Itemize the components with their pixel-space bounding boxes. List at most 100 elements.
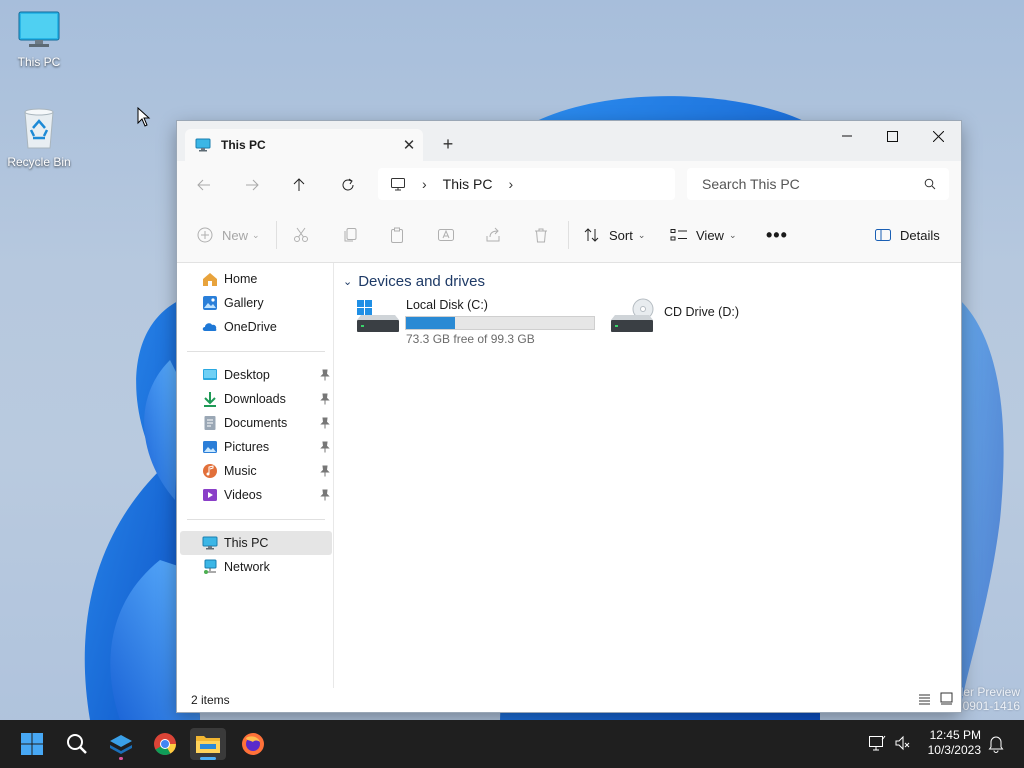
maximize-button[interactable]: [869, 121, 915, 151]
address-bar[interactable]: › This PC ›: [378, 168, 675, 200]
sidebar-item-videos[interactable]: Videos: [180, 483, 332, 507]
sidebar-item-label: Desktop: [224, 368, 270, 382]
copy-button[interactable]: [342, 223, 358, 247]
sidebar-item-pictures[interactable]: Pictures: [180, 435, 332, 459]
tab-this-pc[interactable]: This PC ✕: [185, 129, 423, 161]
network-status-icon[interactable]: [868, 734, 886, 752]
music-icon: [203, 464, 217, 478]
pin-icon[interactable]: [320, 369, 330, 381]
search-box[interactable]: [687, 168, 949, 200]
minimize-button[interactable]: [824, 121, 870, 151]
delete-button[interactable]: [533, 223, 549, 247]
file-explorer-icon: [196, 736, 220, 753]
close-tab-icon[interactable]: ✕: [395, 131, 423, 159]
taskbar-widgets-button[interactable]: [103, 728, 139, 760]
navigation-bar: › This PC ›: [177, 161, 961, 208]
chevron-down-icon[interactable]: ⌄: [343, 275, 352, 288]
sidebar-item-home[interactable]: Home: [180, 267, 332, 291]
sidebar-item-music[interactable]: Music: [180, 459, 332, 483]
sidebar-item-onedrive[interactable]: OneDrive: [180, 315, 332, 339]
taskbar-chrome-button[interactable]: [147, 728, 183, 760]
sidebar-item-network[interactable]: Network: [180, 555, 332, 579]
search-icon: [67, 734, 87, 754]
pin-icon[interactable]: [320, 489, 330, 501]
monitor-icon: [202, 536, 218, 550]
plus-circle-icon: [197, 227, 213, 243]
app-active-indicator: [200, 757, 216, 760]
navigation-pane: Home Gallery OneDrive Desktop Downloads …: [177, 263, 334, 688]
sidebar-item-documents[interactable]: Documents: [180, 411, 332, 435]
share-button[interactable]: [485, 223, 501, 247]
arrow-up-icon: [293, 178, 305, 191]
view-label: View: [696, 227, 724, 243]
monitor-icon: [195, 138, 211, 152]
title-bar[interactable]: This PC ✕ +: [177, 121, 961, 161]
picture-icon: [203, 441, 217, 453]
download-icon: [204, 392, 216, 407]
cut-button[interactable]: [293, 223, 309, 247]
pin-icon[interactable]: [320, 393, 330, 405]
paste-button[interactable]: [389, 223, 405, 247]
volume-muted-icon[interactable]: [894, 734, 912, 752]
share-icon: [486, 227, 500, 242]
sidebar-item-label: Documents: [224, 416, 288, 430]
forward-button[interactable]: [239, 173, 265, 197]
new-button[interactable]: New ⌄: [197, 223, 260, 247]
pin-icon[interactable]: [320, 465, 330, 477]
refresh-button[interactable]: [335, 173, 361, 197]
close-window-button[interactable]: [915, 121, 961, 151]
drive-usage-bar: [405, 316, 595, 330]
mouse-cursor-icon: [137, 107, 151, 127]
tiles-view-icon[interactable]: [940, 692, 953, 705]
new-button-label: New: [222, 227, 249, 243]
sort-button[interactable]: Sort ⌄: [584, 223, 645, 247]
chevron-right-icon[interactable]: ›: [422, 176, 427, 192]
desktop-folder-icon: [203, 369, 217, 380]
sidebar-item-desktop[interactable]: Desktop: [180, 363, 332, 387]
sidebar-item-label: OneDrive: [224, 320, 277, 334]
sidebar-item-label: Network: [224, 560, 270, 574]
sidebar-item-downloads[interactable]: Downloads: [180, 387, 332, 411]
up-button[interactable]: [286, 173, 312, 197]
chevron-right-icon[interactable]: ›: [508, 176, 513, 192]
sidebar-item-label: Home: [224, 272, 258, 286]
breadcrumb-this-pc[interactable]: This PC: [443, 176, 493, 192]
taskbar-firefox-button[interactable]: [235, 728, 271, 760]
search-icon[interactable]: [924, 178, 936, 190]
firefox-icon: [242, 733, 264, 755]
new-tab-button[interactable]: +: [436, 133, 460, 157]
drive-item-c[interactable]: Local Disk (C:) 73.3 GB free of 99.3 GB: [355, 298, 595, 348]
more-options-icon[interactable]: •••: [766, 223, 788, 247]
arrow-right-icon: [246, 179, 259, 191]
sidebar-item-this-pc[interactable]: This PC: [180, 531, 332, 555]
desktop-icon-recycle-bin[interactable]: Recycle Bin: [1, 106, 77, 169]
gallery-icon: [203, 296, 217, 310]
search-input[interactable]: [700, 175, 924, 193]
drive-item-d[interactable]: CD Drive (D:): [609, 298, 749, 338]
view-button[interactable]: View ⌄: [670, 223, 737, 247]
clock-date: 10/3/2023: [927, 743, 981, 757]
pin-icon[interactable]: [320, 441, 330, 453]
desktop-icon-label: This PC: [17, 55, 61, 69]
sidebar-item-label: Downloads: [224, 392, 286, 406]
taskbar-search-button[interactable]: [59, 728, 95, 760]
details-view-icon[interactable]: [918, 693, 931, 705]
start-button[interactable]: [14, 728, 50, 760]
chevron-down-icon: ⌄: [252, 229, 260, 240]
desktop-icon-this-pc[interactable]: This PC: [1, 10, 77, 69]
details-button[interactable]: Details: [875, 223, 940, 247]
taskbar-file-explorer-button[interactable]: [190, 728, 226, 760]
watermark-line: der Preview: [956, 685, 1020, 699]
notification-bell-icon[interactable]: [988, 735, 1004, 753]
sidebar-item-label: Music: [224, 464, 257, 478]
system-clock[interactable]: 12:45 PM 10/3/2023: [928, 728, 981, 758]
group-header-devices[interactable]: ⌄ Devices and drives: [343, 273, 485, 290]
sidebar-item-gallery[interactable]: Gallery: [180, 291, 332, 315]
toolbar-divider: [276, 221, 277, 249]
refresh-icon: [342, 178, 354, 191]
sidebar-item-label: Videos: [224, 488, 262, 502]
rename-icon: [438, 229, 454, 241]
back-button[interactable]: [191, 173, 217, 197]
pin-icon[interactable]: [320, 417, 330, 429]
rename-button[interactable]: [437, 223, 455, 247]
